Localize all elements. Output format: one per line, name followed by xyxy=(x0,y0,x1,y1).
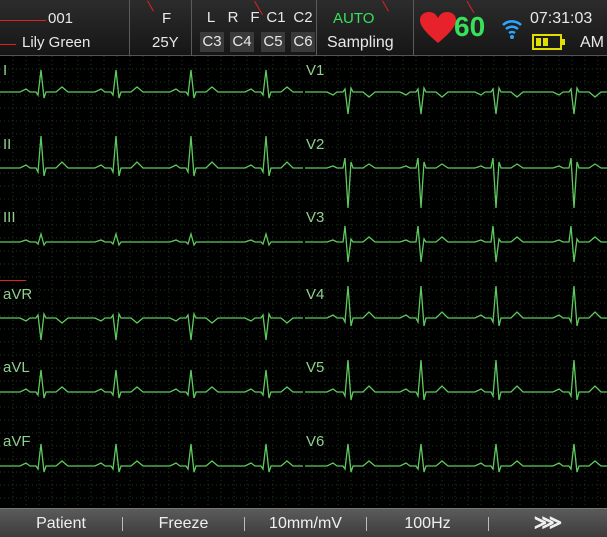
lead-status-f: F xyxy=(250,9,260,26)
status-bar: 001 Lily Green F 25Y L R F C1 C2 C3 C4 C… xyxy=(0,0,607,56)
trace-v1 xyxy=(305,85,607,115)
annotation-mark xyxy=(0,280,26,281)
trace-avf xyxy=(0,443,303,473)
gain-button[interactable]: 10mm/mV xyxy=(245,509,366,537)
trace-v4 xyxy=(305,285,607,327)
lead-status-c3: C3 xyxy=(200,32,224,52)
trace-v2 xyxy=(305,157,607,209)
lead-label-v4: V4 xyxy=(306,286,325,303)
clock-ampm: AM xyxy=(580,34,604,51)
lead-label-iii: III xyxy=(3,209,16,226)
patient-button[interactable]: Patient xyxy=(0,509,122,537)
lead-status-c2: C2 xyxy=(293,9,313,26)
patient-info[interactable]: 001 Lily Green xyxy=(0,0,130,56)
trace-v3 xyxy=(305,225,607,263)
lead-label-avl: aVL xyxy=(3,359,30,376)
lead-label-i: I xyxy=(3,62,8,79)
filter-button[interactable]: 100Hz xyxy=(367,509,488,537)
clock-time: 07:31:03 xyxy=(530,10,593,27)
trace-avr xyxy=(0,311,303,341)
lead-status-c4: C4 xyxy=(230,32,254,52)
patient-sex: F xyxy=(162,10,172,27)
annotation-mark xyxy=(0,20,46,21)
heart-icon xyxy=(420,12,456,43)
trace-ii xyxy=(0,135,303,177)
sampling-status: Sampling xyxy=(327,34,394,51)
lead-label-v6: V6 xyxy=(306,433,325,450)
patient-demographics: F 25Y xyxy=(130,0,192,56)
lead-label-avr: aVR xyxy=(3,286,33,303)
wifi-status xyxy=(498,0,526,56)
lead-status-c1: C1 xyxy=(266,9,286,26)
freeze-button[interactable]: Freeze xyxy=(123,509,244,537)
trace-iii xyxy=(0,231,303,247)
lead-label-avf: aVF xyxy=(3,433,31,450)
annotation-mark xyxy=(0,44,16,45)
bottom-toolbar: Patient Freeze 10mm/mV 100Hz ⋙ xyxy=(0,508,607,537)
trace-avl xyxy=(0,369,303,399)
lead-status-l: L xyxy=(206,9,216,26)
lead-label-v5: V5 xyxy=(306,359,325,376)
lead-label-v1: V1 xyxy=(306,62,325,79)
patient-id: 001 xyxy=(48,10,74,27)
lead-status-r: R xyxy=(227,9,239,26)
lead-status-c6: C6 xyxy=(291,32,315,52)
acquisition-mode[interactable]: AUTO Sampling xyxy=(317,0,414,56)
trace-i xyxy=(0,69,303,99)
heart-rate-display: 60 xyxy=(414,0,498,56)
ecg-waveform-area: I II III aVR aVL aVF V1 V2 V3 V4 V5 V6 xyxy=(0,56,607,508)
battery-icon xyxy=(532,34,565,50)
lead-status-grid: L R F C1 C2 C3 C4 C5 C6 xyxy=(192,0,317,56)
lead-label-v3: V3 xyxy=(306,209,325,226)
clock-battery: 07:31:03 AM xyxy=(526,0,607,56)
mode-label: AUTO xyxy=(333,10,375,27)
ecg-grid xyxy=(0,56,607,508)
lead-label-v2: V2 xyxy=(306,136,325,153)
trace-v6 xyxy=(305,443,607,473)
patient-age: 25Y xyxy=(152,34,179,51)
lead-status-c5: C5 xyxy=(261,32,285,52)
lead-label-ii: II xyxy=(3,136,12,153)
more-menu-button[interactable]: ⋙ xyxy=(489,509,607,537)
wifi-icon xyxy=(502,20,522,39)
patient-name: Lily Green xyxy=(22,34,91,51)
heart-rate-value: 60 xyxy=(454,11,486,42)
